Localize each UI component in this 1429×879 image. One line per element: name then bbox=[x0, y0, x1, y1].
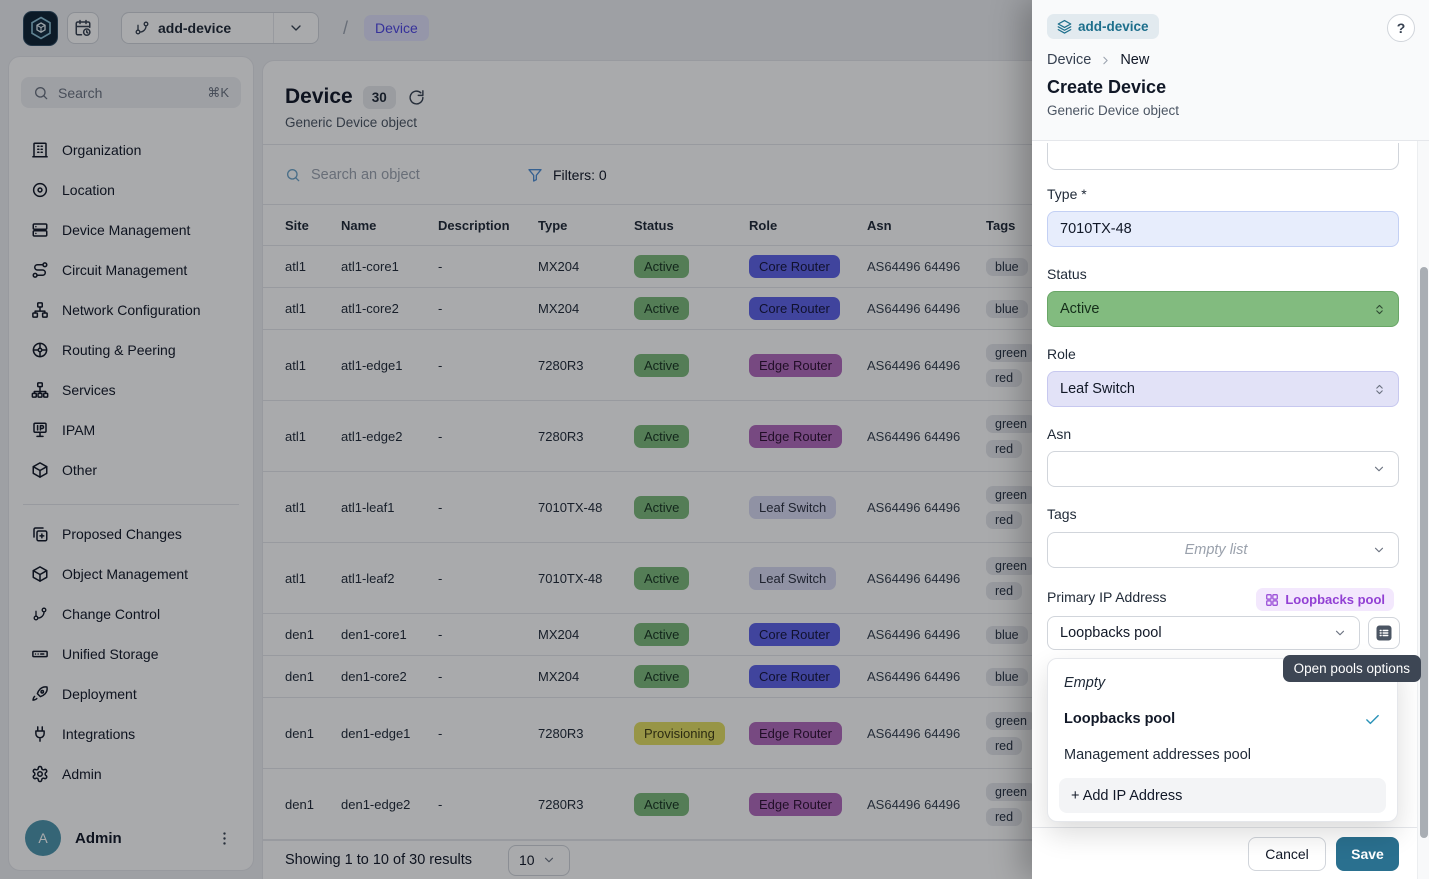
pools-tooltip: Open pools options bbox=[1283, 655, 1421, 682]
scrollbar-thumb[interactable] bbox=[1420, 267, 1428, 838]
role-select[interactable]: Leaf Switch bbox=[1047, 371, 1399, 407]
cancel-button[interactable]: Cancel bbox=[1248, 837, 1326, 871]
grid-icon bbox=[1265, 593, 1279, 607]
help-button[interactable]: ? bbox=[1387, 14, 1415, 42]
open-pools-options-button[interactable] bbox=[1368, 617, 1400, 649]
panel-title: Create Device bbox=[1047, 77, 1414, 98]
panel-breadcrumb: Device New bbox=[1047, 52, 1414, 68]
partially-visible-field[interactable] bbox=[1047, 143, 1399, 170]
chevron-down-icon bbox=[1372, 462, 1386, 476]
select-updown-icon bbox=[1373, 303, 1386, 316]
check-icon bbox=[1364, 711, 1381, 728]
status-label: Status bbox=[1047, 266, 1087, 282]
chevron-down-icon bbox=[1333, 626, 1347, 640]
chevron-right-icon bbox=[1099, 54, 1112, 67]
primary-ip-label: Primary IP Address bbox=[1047, 589, 1167, 605]
primary-ip-dropdown: Empty Loopbacks pool Management addresses … bbox=[1047, 658, 1398, 822]
dropdown-option-loopbacks-pool[interactable]: Loopbacks pool bbox=[1048, 701, 1397, 737]
panel-subtitle: Generic Device object bbox=[1047, 103, 1414, 118]
breadcrumb-parent[interactable]: Device bbox=[1047, 52, 1091, 68]
asn-combobox[interactable] bbox=[1047, 451, 1399, 487]
save-button[interactable]: Save bbox=[1336, 837, 1399, 871]
dropdown-option-label: Management addresses pool bbox=[1064, 747, 1251, 763]
panel-header: add-device ? Device New Create Device Ge… bbox=[1032, 0, 1429, 141]
panel-footer: Cancel Save bbox=[1032, 827, 1429, 879]
dropdown-option-label: Empty bbox=[1064, 675, 1105, 691]
tags-combobox[interactable]: Empty list bbox=[1047, 532, 1399, 568]
primary-ip-select[interactable]: Loopbacks pool bbox=[1047, 616, 1360, 650]
dropdown-option-management-addresses-pool[interactable]: Management addresses pool bbox=[1048, 737, 1397, 773]
list-box-icon bbox=[1374, 623, 1394, 643]
asn-label: Asn bbox=[1047, 426, 1071, 442]
panel-branch-badge: add-device bbox=[1047, 14, 1159, 39]
create-device-panel: add-device ? Device New Create Device Ge… bbox=[1032, 0, 1429, 879]
loopbacks-pool-badge[interactable]: Loopbacks pool bbox=[1256, 588, 1394, 611]
add-ip-address-action[interactable]: + Add IP Address bbox=[1059, 778, 1386, 813]
dropdown-option-label: Loopbacks pool bbox=[1064, 711, 1175, 727]
type-label: Type * bbox=[1047, 186, 1087, 202]
status-select[interactable]: Active bbox=[1047, 291, 1399, 327]
select-updown-icon bbox=[1373, 383, 1386, 396]
chevron-down-icon bbox=[1372, 543, 1386, 557]
panel-scrollbar[interactable] bbox=[1417, 141, 1429, 879]
tags-placeholder: Empty list bbox=[1060, 542, 1372, 558]
type-input[interactable]: 7010TX-48 bbox=[1047, 211, 1399, 247]
breadcrumb-current: New bbox=[1120, 52, 1149, 68]
role-label: Role bbox=[1047, 346, 1076, 362]
tags-label: Tags bbox=[1047, 506, 1077, 522]
layers-icon bbox=[1057, 19, 1072, 34]
